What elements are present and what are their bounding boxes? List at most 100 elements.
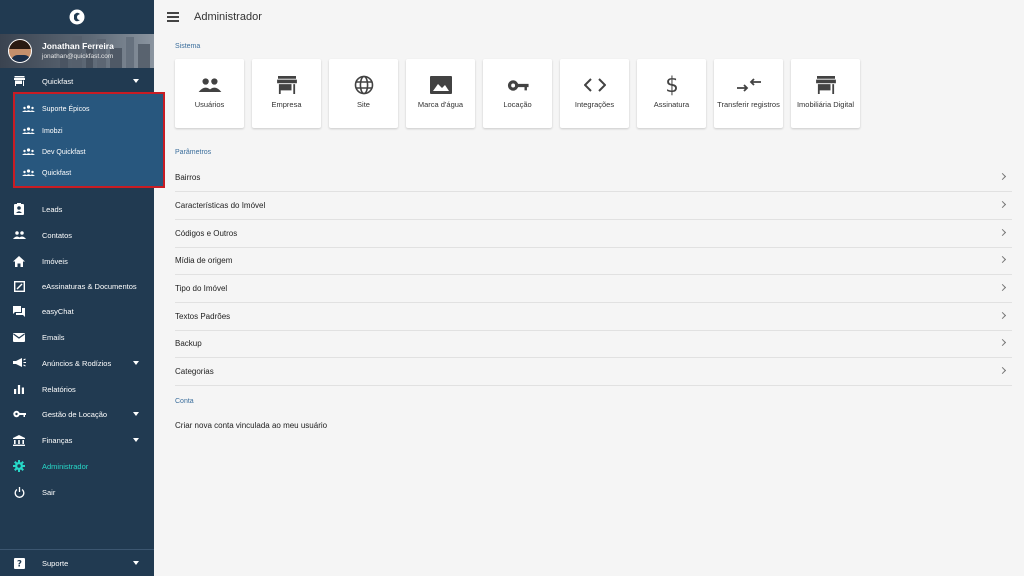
section-label-sistema: Sistema [175, 43, 201, 50]
nav-item-leads[interactable]: Leads [0, 198, 154, 220]
card-label: Marca d'água [417, 100, 464, 109]
param-item-bairros[interactable]: Bairros [175, 164, 1012, 192]
param-label: Mídia de origem [175, 256, 233, 265]
chat-icon [12, 304, 26, 318]
nav-item-imoveis[interactable]: Imóveis [0, 250, 154, 272]
account-item-label: Quickfast [42, 169, 72, 177]
card-assinatura[interactable]: $ Assinatura [637, 59, 706, 128]
card-label: Empresa [271, 100, 302, 109]
param-label: Tipo do Imóvel [175, 284, 228, 293]
nav-item-contatos[interactable]: Contatos [0, 224, 154, 246]
nav-label: Relatórios [42, 384, 76, 394]
param-item-midia-origem[interactable]: Mídia de origem [175, 247, 1012, 275]
param-item-tipo-imovel[interactable]: Tipo do Imóvel [175, 275, 1012, 303]
param-item-categorias[interactable]: Categorias [175, 358, 1012, 386]
section-label-conta: Conta [175, 398, 194, 405]
nav-label: Imóveis [42, 256, 68, 266]
image-icon [406, 75, 475, 95]
nav-item-administrador[interactable]: Administrador [0, 455, 154, 477]
param-label: Textos Padrões [175, 312, 231, 321]
param-label: Backup [175, 339, 202, 348]
card-locacao[interactable]: Locação [483, 59, 552, 128]
chevron-right-icon [998, 366, 1007, 375]
account-item-imobzi[interactable]: Imobzi [15, 121, 163, 141]
nav-label: Gestão de Locação [42, 409, 108, 419]
create-linked-account-link[interactable]: Criar nova conta vinculada ao meu usuári… [175, 421, 327, 430]
svg-text:?: ? [17, 559, 22, 568]
account-item-suporte-epicos[interactable]: Suporte Épicos [15, 99, 163, 119]
chevron-right-icon [998, 283, 1007, 292]
key-icon [12, 407, 26, 421]
nav-label: Sair [42, 487, 56, 497]
nav-label: easyChat [42, 306, 74, 316]
chevron-right-icon [998, 172, 1007, 181]
chevron-down-icon [133, 361, 139, 365]
swap-arrows-icon [714, 75, 783, 95]
nav-item-gestao-locacao[interactable]: Gestão de Locação [0, 403, 154, 425]
card-label: Usuários [194, 100, 225, 109]
help-icon: ? [12, 556, 26, 570]
chevron-right-icon [998, 228, 1007, 237]
nav-item-sair[interactable]: Sair [0, 481, 154, 503]
code-icon [560, 75, 629, 95]
account-item-label: Suporte Épicos [42, 105, 90, 113]
nav-item-eassinaturas[interactable]: eAssinaturas & Documentos [0, 275, 154, 297]
card-transferir-registros[interactable]: Transferir registros [714, 59, 783, 128]
groups-icon [22, 168, 35, 178]
power-icon [12, 485, 26, 499]
param-label: Características do Imóvel [175, 201, 266, 210]
nav-item-easychat[interactable]: easyChat [0, 300, 154, 322]
param-item-backup[interactable]: Backup [175, 330, 1012, 358]
profile-email: jonathan@quickfast.com [42, 53, 114, 60]
bank-icon [12, 433, 26, 447]
nav-label: Emails [42, 332, 65, 342]
svg-text:$: $ [665, 74, 678, 96]
store-icon [791, 75, 860, 95]
account-item-label: Imobzi [42, 127, 63, 135]
people-icon [12, 228, 26, 242]
nav-item-anuncios[interactable]: Anúncios & Rodízios [0, 352, 154, 374]
key-icon [483, 75, 552, 95]
chevron-right-icon [998, 255, 1007, 264]
globe-icon [329, 75, 398, 95]
nav-label: Suporte [42, 558, 69, 568]
hamburger-menu-icon[interactable] [167, 12, 179, 22]
account-item-dev-quickfast[interactable]: Dev Quickfast [15, 142, 163, 162]
mail-icon [12, 330, 26, 344]
card-empresa[interactable]: Empresa [252, 59, 321, 128]
card-label: Imobiliária Digital [796, 100, 855, 109]
account-item-label: Dev Quickfast [42, 148, 86, 156]
chevron-down-icon [133, 438, 139, 442]
megaphone-icon [12, 356, 26, 370]
param-label: Categorias [175, 367, 214, 376]
card-usuarios[interactable]: Usuários [175, 59, 244, 128]
logo-icon [69, 9, 85, 25]
chevron-right-icon [998, 311, 1007, 320]
avatar [8, 39, 32, 63]
edit-square-icon [12, 279, 26, 293]
nav-item-financas[interactable]: Finanças [0, 429, 154, 451]
account-label: Quickfast [42, 76, 74, 86]
account-selector[interactable]: Quickfast [0, 70, 154, 92]
card-site[interactable]: Site [329, 59, 398, 128]
card-marca-dagua[interactable]: Marca d'água [406, 59, 475, 128]
param-item-codigos[interactable]: Códigos e Outros [175, 220, 1012, 248]
account-item-quickfast[interactable]: Quickfast [15, 163, 163, 183]
nav-item-relatorios[interactable]: Relatórios [0, 378, 154, 400]
user-profile[interactable]: Jonathan Ferreira jonathan@quickfast.com [0, 34, 154, 68]
nav-label: Contatos [42, 230, 73, 240]
groups-icon [22, 147, 35, 157]
card-imobiliaria-digital[interactable]: Imobiliária Digital [791, 59, 860, 128]
account-list-panel: Suporte Épicos Imobzi Dev Quickfast Quic… [13, 92, 165, 188]
sidebar: Jonathan Ferreira jonathan@quickfast.com… [0, 0, 165, 576]
store-icon [12, 74, 26, 88]
param-item-textos-padroes[interactable]: Textos Padrões [175, 303, 1012, 331]
card-integracoes[interactable]: Integrações [560, 59, 629, 128]
nav-item-suporte[interactable]: ? Suporte [0, 552, 154, 574]
param-item-caracteristicas[interactable]: Características do Imóvel [175, 192, 1012, 220]
nav-item-emails[interactable]: Emails [0, 326, 154, 348]
card-label: Site [357, 100, 370, 109]
chevron-right-icon [998, 338, 1007, 347]
app-logo[interactable] [0, 0, 154, 34]
bar-chart-icon [12, 382, 26, 396]
